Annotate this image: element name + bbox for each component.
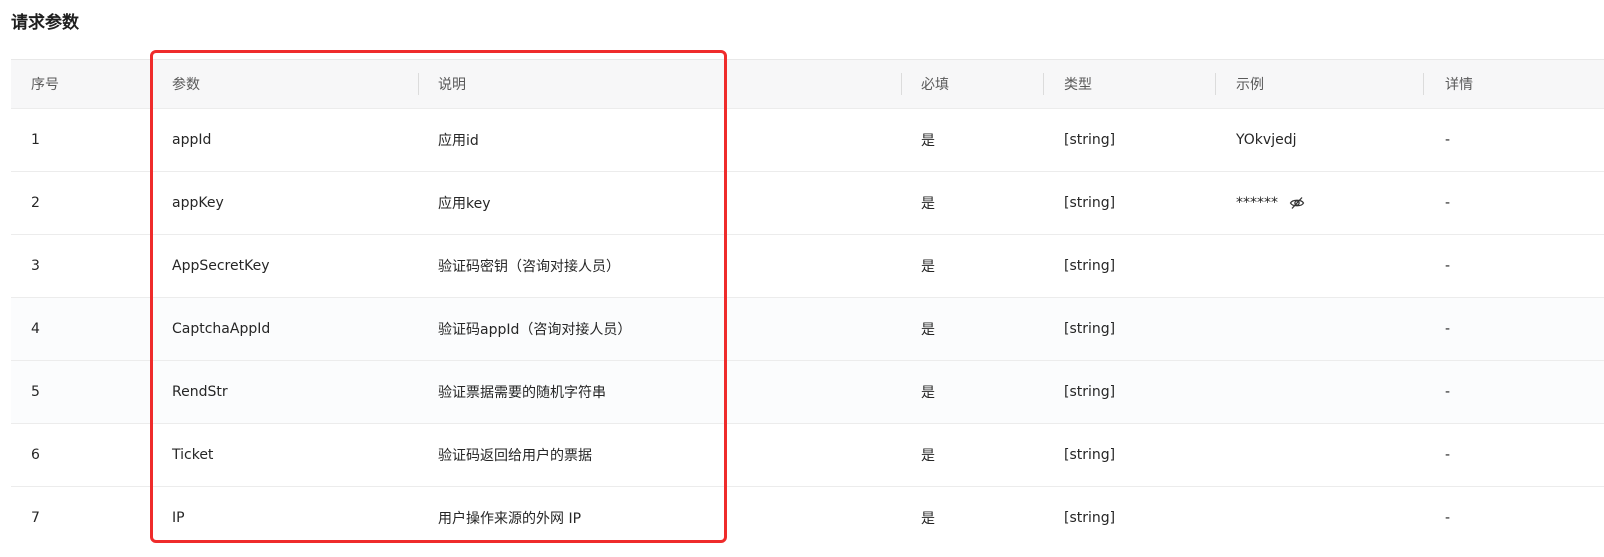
cell-param: IP bbox=[172, 510, 185, 526]
header-type: 类型 bbox=[1064, 77, 1092, 93]
table-row: 6 Ticket 验证码返回给用户的票据 是 [string] - bbox=[11, 424, 1604, 487]
cell-type: [string] bbox=[1064, 447, 1116, 463]
column-resizer[interactable] bbox=[1043, 73, 1044, 95]
column-resizer[interactable] bbox=[1215, 73, 1216, 95]
cell-index: 6 bbox=[31, 447, 40, 463]
column-resizer[interactable] bbox=[418, 73, 419, 95]
table-row: 3 AppSecretKey 验证码密钥（咨询对接人员） 是 [string] … bbox=[11, 235, 1604, 298]
header-detail: 详情 bbox=[1445, 77, 1473, 93]
cell-required: 是 bbox=[921, 259, 935, 275]
cell-detail: - bbox=[1445, 132, 1451, 148]
cell-type: [string] bbox=[1064, 510, 1116, 526]
masked-value: ****** bbox=[1236, 195, 1278, 211]
cell-param: appKey bbox=[172, 195, 224, 211]
table-header: 序号 参数 说明 必填 类型 示例 详情 bbox=[11, 59, 1604, 109]
cell-type: [string] bbox=[1064, 321, 1116, 337]
cell-param: AppSecretKey bbox=[172, 258, 270, 274]
cell-detail: - bbox=[1445, 384, 1451, 400]
cell-index: 5 bbox=[31, 384, 40, 400]
cell-detail: - bbox=[1445, 510, 1451, 526]
cell-detail: - bbox=[1445, 321, 1451, 337]
cell-desc: 验证码appId（咨询对接人员） bbox=[438, 322, 632, 338]
table-row: 2 appKey 应用key 是 [string] ****** - bbox=[11, 172, 1604, 235]
cell-param: RendStr bbox=[172, 384, 228, 400]
cell-param: CaptchaAppId bbox=[172, 321, 271, 337]
cell-desc: 应用id bbox=[438, 133, 479, 149]
section-title: 请求参数 bbox=[11, 13, 79, 33]
cell-detail: - bbox=[1445, 447, 1451, 463]
request-params-table: 序号 参数 说明 必填 类型 示例 详情 1 appId 应用id 是 [str… bbox=[11, 59, 1604, 549]
cell-index: 4 bbox=[31, 321, 40, 337]
table-row: 7 IP 用户操作来源的外网 IP 是 [string] - bbox=[11, 487, 1604, 549]
header-param: 参数 bbox=[172, 77, 200, 93]
cell-desc: 验证码密钥（咨询对接人员） bbox=[438, 259, 620, 275]
cell-type: [string] bbox=[1064, 258, 1116, 274]
cell-index: 2 bbox=[31, 195, 40, 211]
cell-desc: 用户操作来源的外网 IP bbox=[438, 511, 582, 527]
cell-type: [string] bbox=[1064, 384, 1116, 400]
cell-required: 是 bbox=[921, 385, 935, 401]
eye-off-icon[interactable] bbox=[1289, 195, 1305, 211]
cell-required: 是 bbox=[921, 322, 935, 338]
table-row: 4 CaptchaAppId 验证码appId（咨询对接人员） 是 [strin… bbox=[11, 298, 1604, 361]
cell-type: [string] bbox=[1064, 132, 1116, 148]
header-example: 示例 bbox=[1236, 77, 1264, 93]
cell-index: 1 bbox=[31, 132, 40, 148]
cell-required: 是 bbox=[921, 511, 935, 527]
header-required: 必填 bbox=[921, 77, 949, 93]
column-resizer[interactable] bbox=[1423, 73, 1424, 95]
cell-desc: 验证码返回给用户的票据 bbox=[438, 448, 592, 464]
cell-required: 是 bbox=[921, 196, 935, 212]
cell-type: [string] bbox=[1064, 195, 1116, 211]
cell-index: 3 bbox=[31, 258, 40, 274]
cell-example: YOkvjedj bbox=[1236, 132, 1297, 148]
cell-param: Ticket bbox=[172, 447, 214, 463]
cell-index: 7 bbox=[31, 510, 40, 526]
table-row: 1 appId 应用id 是 [string] YOkvjedj - bbox=[11, 109, 1604, 172]
cell-detail: - bbox=[1445, 258, 1451, 274]
cell-desc: 应用key bbox=[438, 196, 491, 212]
header-index: 序号 bbox=[31, 77, 59, 93]
cell-detail: - bbox=[1445, 195, 1451, 211]
cell-required: 是 bbox=[921, 133, 935, 149]
table-row: 5 RendStr 验证票据需要的随机字符串 是 [string] - bbox=[11, 361, 1604, 424]
cell-example-masked: ****** bbox=[1236, 172, 1305, 234]
header-desc: 说明 bbox=[438, 77, 466, 93]
column-resizer[interactable] bbox=[901, 73, 902, 95]
cell-param: appId bbox=[172, 132, 212, 148]
cell-desc: 验证票据需要的随机字符串 bbox=[438, 385, 606, 401]
cell-required: 是 bbox=[921, 448, 935, 464]
